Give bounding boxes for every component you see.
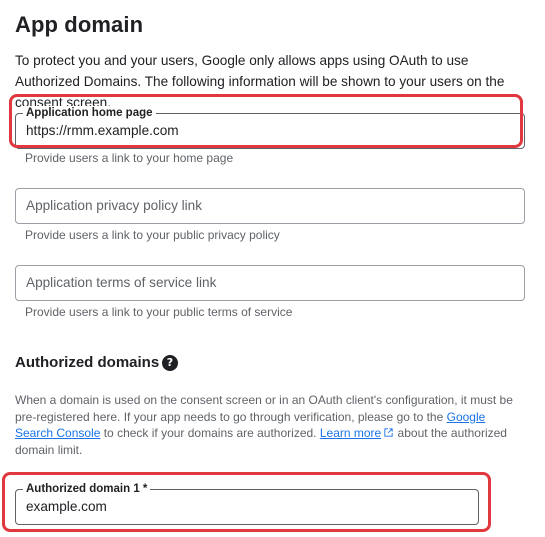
authorized-domain-1-field[interactable]: Authorized domain 1 * example.com [15, 482, 479, 525]
intro-text: To protect you and your users, Google on… [15, 53, 505, 110]
home-page-helper-text: Provide users a link to your home page [25, 151, 234, 165]
external-link-icon[interactable] [383, 427, 394, 438]
authorized-domains-description: When a domain is used on the consent scr… [15, 392, 525, 458]
application-home-page-label: Application home page [23, 106, 156, 120]
auth-desc-part1: When a domain is used on the consent scr… [15, 393, 513, 424]
privacy-policy-field[interactable]: Application privacy policy link [15, 188, 525, 224]
authorized-domain-1-label: Authorized domain 1 * [23, 482, 151, 496]
terms-of-service-placeholder[interactable]: Application terms of service link [26, 275, 216, 290]
privacy-policy-helper-text: Provide users a link to your public priv… [25, 228, 280, 242]
auth-desc-part2: to check if your domains are authorized. [100, 426, 320, 440]
authorized-domains-title: Authorized domains [15, 354, 160, 371]
learn-more-link[interactable]: Learn more [320, 426, 381, 440]
privacy-policy-placeholder[interactable]: Application privacy policy link [26, 198, 202, 213]
terms-of-service-helper-text: Provide users a link to your public term… [25, 305, 293, 319]
question-circle-icon[interactable]: ? [162, 355, 178, 371]
authorized-domain-1-value[interactable]: example.com [26, 499, 107, 514]
application-home-page-field[interactable]: Application home page https://rmm.exampl… [15, 106, 525, 149]
application-home-page-value[interactable]: https://rmm.example.com [26, 123, 179, 138]
terms-of-service-field[interactable]: Application terms of service link [15, 265, 525, 301]
page-title: App domain [15, 12, 144, 37]
